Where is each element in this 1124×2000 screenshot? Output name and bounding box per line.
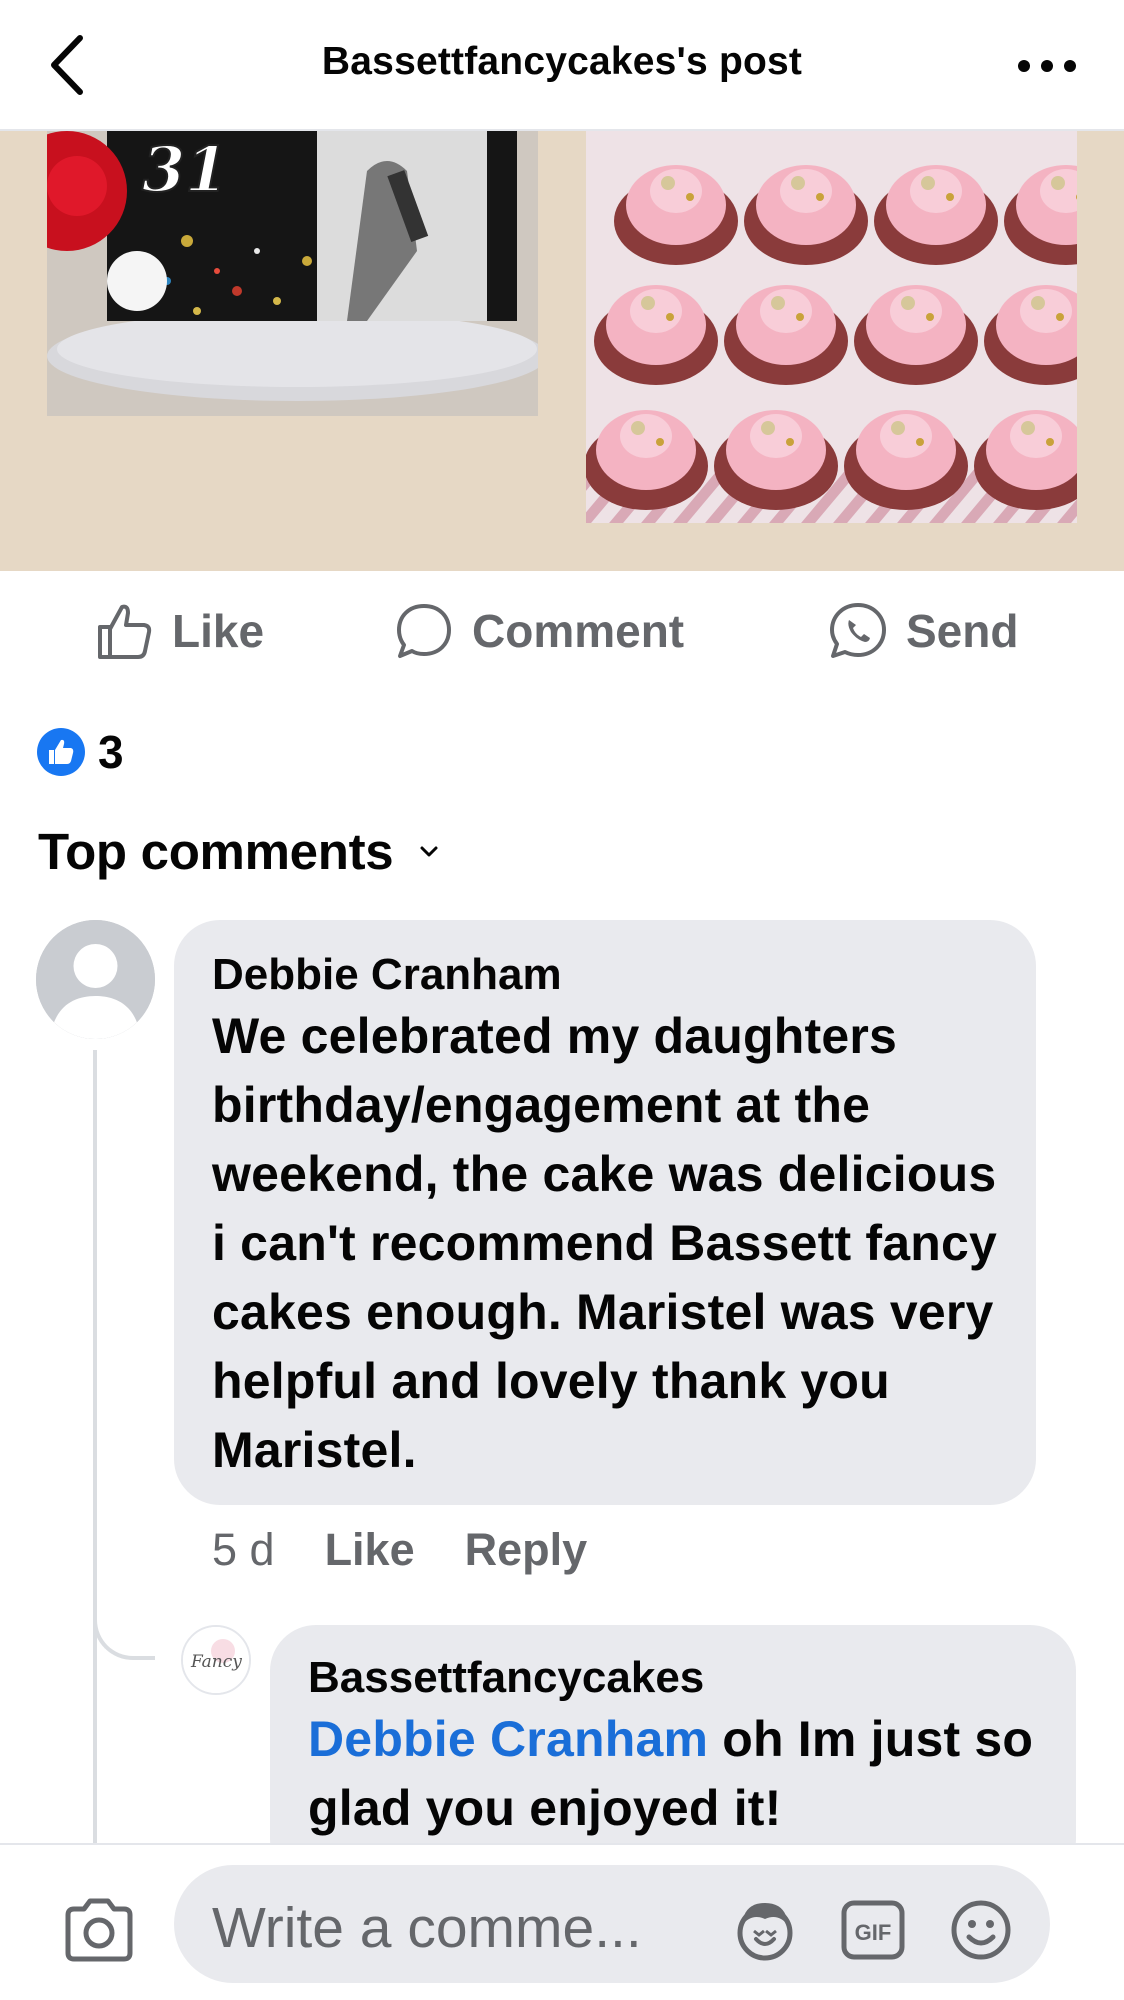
chevron-down-icon: [420, 846, 438, 856]
reply-mention[interactable]: Debbie Cranham: [308, 1711, 708, 1767]
comment-bubble: Debbie Cranham We celebrated my daughter…: [174, 920, 1036, 1505]
reply-author[interactable]: Bassettfancycakes: [308, 1651, 1038, 1705]
thread-line: [93, 1050, 97, 1844]
like-label: Like: [172, 605, 265, 657]
reaction-count: 3: [98, 726, 124, 778]
thread-connector: [93, 1580, 155, 1660]
comment-input-placeholder: Write a comme...: [212, 1896, 642, 1960]
comment-meta: 5 d Like Reply: [212, 1520, 637, 1580]
comment-text: We celebrated my daughters birthday/enga…: [212, 1008, 998, 1478]
comment-label: Comment: [472, 605, 685, 657]
default-user-icon: [36, 920, 155, 1039]
send-label: Send: [906, 605, 1019, 657]
gif-label: GIF: [855, 1920, 892, 1945]
reply-text: Debbie Cranham oh Im just so glad you en…: [308, 1705, 1038, 1843]
comment-author[interactable]: Debbie Cranham: [212, 948, 998, 1002]
cupcakes-photo[interactable]: [586, 131, 1077, 523]
comment-like-link[interactable]: Like: [325, 1524, 415, 1576]
comment-timestamp: 5 d: [212, 1524, 275, 1575]
post-action-bar: Like Comment Send: [0, 571, 1124, 691]
emoji-button[interactable]: [946, 1895, 1016, 1965]
comment-sort-dropdown[interactable]: Top comments: [38, 822, 439, 881]
cake-topper-number: 31: [142, 133, 228, 206]
avatar-sticker-icon: [737, 1903, 793, 1961]
comment-composer: Write a comme... GIF: [0, 1843, 1124, 2000]
comment-reply-link[interactable]: Reply: [465, 1524, 588, 1576]
camera-icon: [65, 1898, 133, 1962]
more-options-button[interactable]: [1012, 40, 1082, 90]
thumbs-up-icon: [98, 604, 152, 659]
gif-icon: GIF: [841, 1900, 905, 1960]
reaction-summary[interactable]: 3: [36, 726, 124, 778]
like-button[interactable]: Like: [94, 599, 264, 663]
avatar[interactable]: [36, 920, 155, 1039]
avatar-sticker-button[interactable]: [730, 1895, 800, 1965]
camera-button[interactable]: [62, 1897, 136, 1963]
page-title: Bassettfancycakes's post: [321, 40, 803, 83]
smiley-icon: [951, 1900, 1011, 1960]
page-avatar[interactable]: Fancy: [181, 1625, 251, 1695]
post-header: Bassettfancycakes's post: [0, 0, 1124, 131]
comment-sort-label: Top comments: [38, 823, 394, 880]
comment-bubble-icon: [397, 604, 451, 658]
comment-button[interactable]: Comment: [394, 599, 684, 663]
comment-input[interactable]: Write a comme... GIF: [174, 1865, 1050, 1983]
send-button[interactable]: Send: [828, 599, 1018, 663]
page-avatar-text: Fancy: [190, 1652, 242, 1672]
post-photos: 31: [0, 131, 1124, 571]
more-horizontal-icon: [1018, 60, 1076, 72]
cake-photo[interactable]: 31: [47, 131, 538, 416]
gif-button[interactable]: GIF: [838, 1895, 908, 1965]
bassett-fancy-cakes-logo: Fancy: [183, 1627, 249, 1693]
like-reaction-icon: [37, 728, 85, 776]
whatsapp-icon: [830, 603, 886, 658]
